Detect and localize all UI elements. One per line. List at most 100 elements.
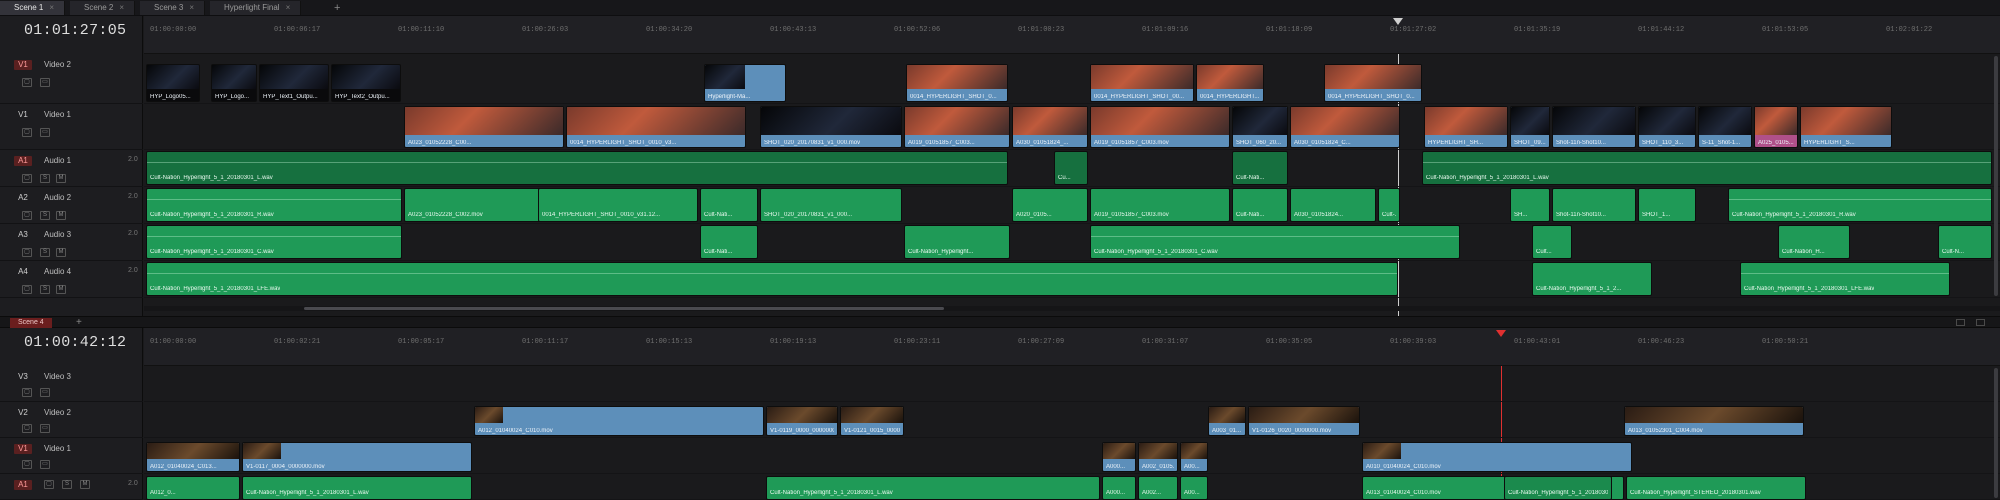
- audio-clip[interactable]: Cult-Nation_Hyperlight_5_1_2...: [1532, 262, 1652, 296]
- vertical-scrollbar[interactable]: [1994, 56, 1998, 296]
- audio-clip[interactable]: Cult-Nati...: [700, 188, 758, 222]
- lock-icon[interactable]: ▢: [22, 211, 32, 220]
- track-header-audio-4[interactable]: A4 Audio 4 2.0 ▢ S M: [0, 261, 143, 298]
- track-name[interactable]: Video 2: [44, 60, 71, 69]
- audio-clip[interactable]: Cult-Nation_Hyperlight_5_1_20180301_LFE.…: [1740, 262, 1950, 296]
- video-clip[interactable]: A023_01052228_C00...: [404, 106, 564, 148]
- track-header-video-2[interactable]: V2 Video 2 ▢ ▭: [0, 402, 143, 438]
- track-id[interactable]: V1: [14, 110, 32, 120]
- audio-clip[interactable]: Cult-Nation_Hyperlight_5_1_20180301_L.wa…: [242, 476, 472, 500]
- solo-icon[interactable]: S: [40, 285, 50, 294]
- audio-clip[interactable]: SHOT_020_20170831_v1_000...: [760, 188, 902, 222]
- plus-icon[interactable]: +: [334, 1, 340, 15]
- track-header-audio-1[interactable]: A1 2.0 ▢ S M: [0, 474, 143, 500]
- tab-scene-3[interactable]: Scene 3 ×: [140, 1, 206, 15]
- video-clip[interactable]: A00...: [1180, 442, 1208, 472]
- video-clip[interactable]: A019_01051857_C003...: [904, 106, 1010, 148]
- video-clip[interactable]: SHOT_09...: [1510, 106, 1550, 148]
- video-clip[interactable]: SHOT_110_3...: [1638, 106, 1696, 148]
- monitor-icon[interactable]: ▭: [40, 78, 50, 87]
- audio-clip[interactable]: Cult-Nation_Hyperlight_5_1_20180301_C.wa…: [1090, 225, 1460, 259]
- video-clip[interactable]: A012_01040024_C010.mov: [474, 406, 764, 436]
- audio-clip[interactable]: Cult-Nation_Hyperlight_5_1_20180301_L.wa…: [1422, 151, 1992, 185]
- audio-clip[interactable]: Cult...: [1532, 225, 1572, 259]
- lock-icon[interactable]: ▢: [22, 78, 32, 87]
- mute-icon[interactable]: M: [80, 480, 90, 489]
- audio-clip[interactable]: Cult-Nation_H...: [1778, 225, 1850, 259]
- layout-icon[interactable]: [1956, 319, 1965, 326]
- video-clip[interactable]: V1-0117_0004_0000000.mov: [242, 442, 472, 472]
- track-id[interactable]: A4: [14, 267, 32, 277]
- track-id[interactable]: V3: [14, 372, 32, 382]
- solo-icon[interactable]: S: [62, 480, 72, 489]
- video-clip[interactable]: HYP_Logo...: [211, 64, 257, 102]
- video-clip[interactable]: A030_01051824_C...: [1290, 106, 1400, 148]
- track-name[interactable]: Video 1: [44, 444, 71, 453]
- audio-clip[interactable]: A030_01051824...: [1290, 188, 1376, 222]
- lock-icon[interactable]: ▢: [44, 480, 54, 489]
- close-icon[interactable]: ×: [286, 3, 291, 12]
- audio-clip[interactable]: A019_01051857_C003.mov: [1090, 188, 1230, 222]
- tab-scene-2[interactable]: Scene 2 ×: [70, 1, 136, 15]
- close-icon[interactable]: ×: [49, 3, 54, 12]
- audio-clip[interactable]: A012_0...: [146, 476, 240, 500]
- tab-scene-1[interactable]: Scene 1 ×: [0, 1, 66, 15]
- audio-clip[interactable]: Cult-Nation_Hyperlight_STEREO_20180301.w…: [1626, 476, 1806, 500]
- track-header-video-2[interactable]: V1 Video 2 ▢ ▭: [0, 54, 143, 104]
- track-header-video-1[interactable]: V1 Video 1 ▢ ▭: [0, 104, 143, 150]
- track-header-video-1[interactable]: V1 Video 1 ▢ ▭: [0, 438, 143, 474]
- layout-icon[interactable]: [1976, 319, 1985, 326]
- audio-clip[interactable]: Cult-Nation_Hyperlight_5_1_20180301_L.wa…: [766, 476, 1100, 500]
- audio-clip[interactable]: SH...: [1510, 188, 1550, 222]
- lock-icon[interactable]: ▢: [22, 248, 32, 257]
- video-clip[interactable]: Shot-11n-Shot10...: [1552, 106, 1636, 148]
- video-clip[interactable]: 0014_HYPERLIGHT...: [1196, 64, 1264, 102]
- audio-clip[interactable]: Cult-Nati...: [1232, 188, 1288, 222]
- track-header-audio-2[interactable]: A2 Audio 2 2.0 ▢ S M: [0, 187, 143, 224]
- audio-clip[interactable]: A00...: [1180, 476, 1208, 500]
- track-id[interactable]: A3: [14, 230, 32, 240]
- video-clip[interactable]: A003_01...: [1208, 406, 1246, 436]
- lock-icon[interactable]: ▢: [22, 174, 32, 183]
- timecode-display[interactable]: 01:01:27:05: [24, 22, 126, 39]
- lock-icon[interactable]: ▢: [22, 460, 32, 469]
- audio-clip[interactable]: Cult-Nation_Hyperlight...: [904, 225, 1010, 259]
- audio-clip[interactable]: Shot-11n-Shot10...: [1552, 188, 1636, 222]
- audio-clip[interactable]: A000...: [1102, 476, 1136, 500]
- track-name[interactable]: Video 3: [44, 372, 71, 381]
- track-header-audio-1[interactable]: A1 Audio 1 2.0 ▢ S M: [0, 150, 143, 187]
- audio-clip[interactable]: Cult-Nation_Hyperlight_5_1_20180301_R.wa…: [1728, 188, 1992, 222]
- monitor-icon[interactable]: ▭: [40, 128, 50, 137]
- solo-icon[interactable]: S: [40, 211, 50, 220]
- video-clip[interactable]: 0014_HYPERLIGHT_SHOT_0...: [906, 64, 1008, 102]
- video-clip[interactable]: S-11_Shot-1...: [1698, 106, 1752, 148]
- lock-icon[interactable]: ▢: [22, 285, 32, 294]
- video-clip[interactable]: A013_01052301_C004.mov: [1624, 406, 1804, 436]
- timeline-ruler[interactable]: 01:00:00:00 01:00:02:21 01:00:05:17 01:0…: [144, 328, 2000, 366]
- video-clip[interactable]: HYP_Text2_Outpu...: [331, 64, 401, 102]
- video-clip[interactable]: SHOT_020_20170831_v1_000.mov: [760, 106, 902, 148]
- video-clip[interactable]: HYP_Text1_Outpu...: [259, 64, 329, 102]
- playhead-handle[interactable]: [1393, 18, 1403, 25]
- scrollbar-thumb[interactable]: [304, 307, 944, 310]
- monitor-icon[interactable]: ▭: [40, 460, 50, 469]
- video-clip[interactable]: SHOT_060_20...: [1232, 106, 1288, 148]
- track-header-video-3[interactable]: V3 Video 3 ▢ ▭: [0, 366, 143, 402]
- video-clip[interactable]: Hyperlight-Ma...: [704, 64, 786, 102]
- video-clip[interactable]: A012_01040024_C013...: [146, 442, 240, 472]
- video-clip[interactable]: HYPERLIGHT_SH...: [1424, 106, 1508, 148]
- tab-hyperlight-final[interactable]: Hyperlight Final ×: [210, 1, 302, 15]
- video-clip[interactable]: A030_01051824_...: [1012, 106, 1088, 148]
- lock-icon[interactable]: ▢: [22, 388, 32, 397]
- mute-icon[interactable]: M: [56, 248, 66, 257]
- close-icon[interactable]: ×: [119, 3, 124, 12]
- video-clip[interactable]: V1-0126_0020_0000000.mov: [1248, 406, 1360, 436]
- plus-icon[interactable]: +: [76, 317, 82, 328]
- video-clip[interactable]: A019_01051857_C003.mov: [1090, 106, 1230, 148]
- lock-icon[interactable]: ▢: [22, 424, 32, 433]
- audio-clip[interactable]: Cult-Nation_Hyperlight_5_1_20180301_C.wa…: [146, 225, 402, 259]
- video-clip[interactable]: 0014_HYPERLIGHT_SHOT_00...: [1090, 64, 1194, 102]
- track-id[interactable]: V2: [14, 408, 32, 418]
- timeline-ruler[interactable]: 01:00:00:00 01:00:06:17 01:00:11:10 01:0…: [144, 16, 2000, 54]
- mute-icon[interactable]: M: [56, 211, 66, 220]
